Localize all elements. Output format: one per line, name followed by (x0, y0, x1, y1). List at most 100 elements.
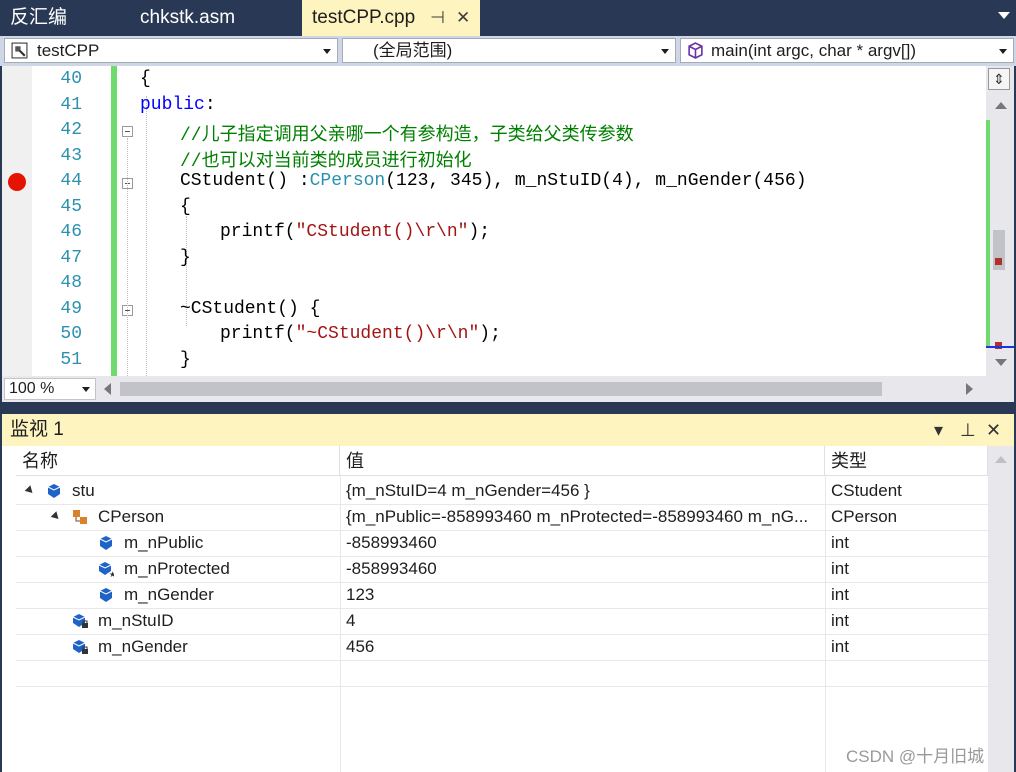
public-field-icon (99, 588, 113, 602)
pin-panel-icon[interactable]: ⊥ (960, 420, 976, 441)
indent-guide (146, 96, 147, 376)
line-number: 40 (60, 69, 82, 89)
watch-row[interactable]: m_nPublic -858993460 int (16, 530, 988, 557)
breakpoint-margin[interactable] (2, 66, 32, 376)
tab-overflow-dropdown-icon[interactable] (998, 12, 1010, 19)
close-tab-icon[interactable]: ✕ (456, 0, 470, 36)
line-number: 48 (60, 273, 82, 293)
watch-value[interactable]: -858993460 (346, 530, 824, 556)
watch-vertical-scrollbar[interactable] (988, 446, 1014, 772)
code-comment: //也可以对当前类的成员进行初始化 (180, 152, 472, 172)
tab-disassembly[interactable]: 反汇编 (0, 0, 130, 36)
watch-name: m_nProtected (124, 559, 230, 578)
line-number: 41 (60, 95, 82, 115)
watch-row[interactable]: m_nGender 123 int (16, 582, 988, 609)
watch-type: int (831, 637, 849, 656)
watch-name: stu (72, 481, 95, 500)
project-dropdown-value: testCPP (37, 41, 100, 60)
tab-chkstk-asm[interactable]: chkstk.asm (130, 0, 302, 36)
watch-type: int (831, 611, 849, 630)
variable-object-icon (47, 484, 61, 498)
outline-collapse-icon[interactable] (122, 126, 133, 137)
close-panel-icon[interactable]: ✕ (986, 420, 1001, 441)
tab-testcpp-cpp[interactable]: testCPP.cpp ⊣ ✕ (302, 0, 480, 36)
code-editor[interactable]: 40 41 42 43 44 45 46 47 48 49 50 51 { pu… (2, 66, 986, 376)
watermark: CSDN @十月旧城 (846, 747, 985, 766)
column-header-name[interactable]: 名称 (16, 446, 340, 476)
zoom-dropdown[interactable]: 100 % (4, 378, 96, 400)
caret-position-marker (986, 346, 1014, 348)
watch-name: m_nGender (98, 637, 188, 656)
column-divider (825, 476, 826, 772)
breakpoint-icon[interactable] (8, 173, 26, 191)
scroll-up-icon[interactable] (995, 456, 1007, 463)
watch-type: int (831, 585, 849, 604)
line-number: 49 (60, 299, 82, 319)
watch-value[interactable]: {m_nPublic=-858993460 m_nProtected=-8589… (346, 504, 824, 530)
split-window-button[interactable]: ⇕ (988, 68, 1010, 90)
watch-panel-header: 监视 1 ▾ ⊥ ✕ (2, 414, 1014, 446)
watch-row[interactable]: CPerson {m_nPublic=-858993460 m_nProtect… (16, 504, 988, 531)
method-cube-icon (688, 42, 703, 59)
watch-value[interactable]: -858993460 (346, 556, 824, 582)
scroll-right-icon[interactable] (966, 383, 973, 395)
private-field-icon (72, 614, 88, 628)
watch-row[interactable]: m_nGender 456 int (16, 634, 988, 661)
outline-guide (127, 138, 128, 376)
watch-empty-row[interactable] (16, 660, 988, 687)
project-dropdown[interactable]: testCPP (4, 38, 338, 63)
scroll-down-icon[interactable] (995, 359, 1007, 366)
horizontal-scroll-thumb[interactable] (120, 382, 882, 396)
expanded-arrow-icon[interactable] (50, 511, 62, 522)
column-header-value[interactable]: 值 (340, 446, 825, 476)
watch-value[interactable]: 4 (346, 608, 824, 634)
line-number: 45 (60, 197, 82, 217)
watch-name: m_nGender (124, 585, 214, 604)
scope-dropdown-value: (全局范围) (373, 41, 453, 60)
watch-name: CPerson (98, 507, 165, 526)
pin-tab-icon[interactable]: ⊣ (430, 0, 445, 36)
window-position-dropdown-icon[interactable]: ▾ (934, 420, 943, 441)
editor-vertical-scrollbar[interactable]: ⇕ (986, 66, 1014, 376)
line-number: 47 (60, 248, 82, 268)
column-header-type[interactable]: 类型 (825, 446, 988, 476)
change-tracking-bar (111, 66, 117, 376)
zoom-value: 100 % (9, 380, 55, 397)
watch-row[interactable]: stu {m_nStuID=4 m_nGender=456 } CStudent (16, 478, 988, 505)
function-dropdown-value: main(int argc, char * argv[]) (711, 41, 917, 60)
watch-row[interactable]: ★ m_nProtected -858993460 int (16, 556, 988, 583)
expanded-arrow-icon[interactable] (24, 485, 36, 496)
code-line: } (180, 248, 191, 268)
private-field-icon (72, 640, 88, 654)
scope-dropdown[interactable]: (全局范围) (342, 38, 676, 63)
watch-value[interactable]: 456 (346, 634, 824, 660)
watch-type: int (831, 559, 849, 578)
scroll-up-icon[interactable] (995, 102, 1007, 109)
watch-value[interactable]: 123 (346, 582, 824, 608)
watch-type: int (831, 533, 849, 552)
watch-type: CStudent (831, 481, 902, 500)
base-class-icon (73, 510, 87, 524)
watch-value[interactable]: {m_nStuID=4 m_nGender=456 } (346, 478, 824, 504)
code-line: printf("CStudent()\r\n"); (220, 222, 491, 242)
watch-row[interactable]: m_nStuID 4 int (16, 608, 988, 635)
watch-type: CPerson (831, 507, 898, 526)
public-field-icon (99, 536, 113, 550)
line-number: 50 (60, 324, 82, 344)
code-comment: //儿子指定调用父亲哪一个有参构造，子类给父类传参数 (180, 126, 634, 146)
line-number: 51 (60, 350, 82, 370)
svg-text:★: ★ (109, 570, 114, 577)
code-line: CStudent() :CPerson(123, 345), m_nStuID(… (180, 171, 807, 191)
code-line: { (180, 197, 191, 217)
code-line: ~CStudent() { (180, 299, 321, 319)
navigation-bar: testCPP (全局范围) main(int argc, char * arg… (0, 36, 1016, 66)
chevron-down-icon (82, 387, 90, 392)
code-line: printf("~CStudent()\r\n"); (220, 324, 501, 344)
watch-panel-title: 监视 1 (10, 419, 64, 440)
scroll-left-icon[interactable] (104, 383, 111, 395)
function-dropdown[interactable]: main(int argc, char * argv[]) (680, 38, 1014, 63)
chevron-down-icon (323, 49, 331, 54)
tab-label: testCPP.cpp (312, 7, 416, 28)
line-number: 46 (60, 222, 82, 242)
watch-table: 名称 值 类型 stu {m_nStuID=4 m_nGender=456 } … (2, 446, 1014, 772)
